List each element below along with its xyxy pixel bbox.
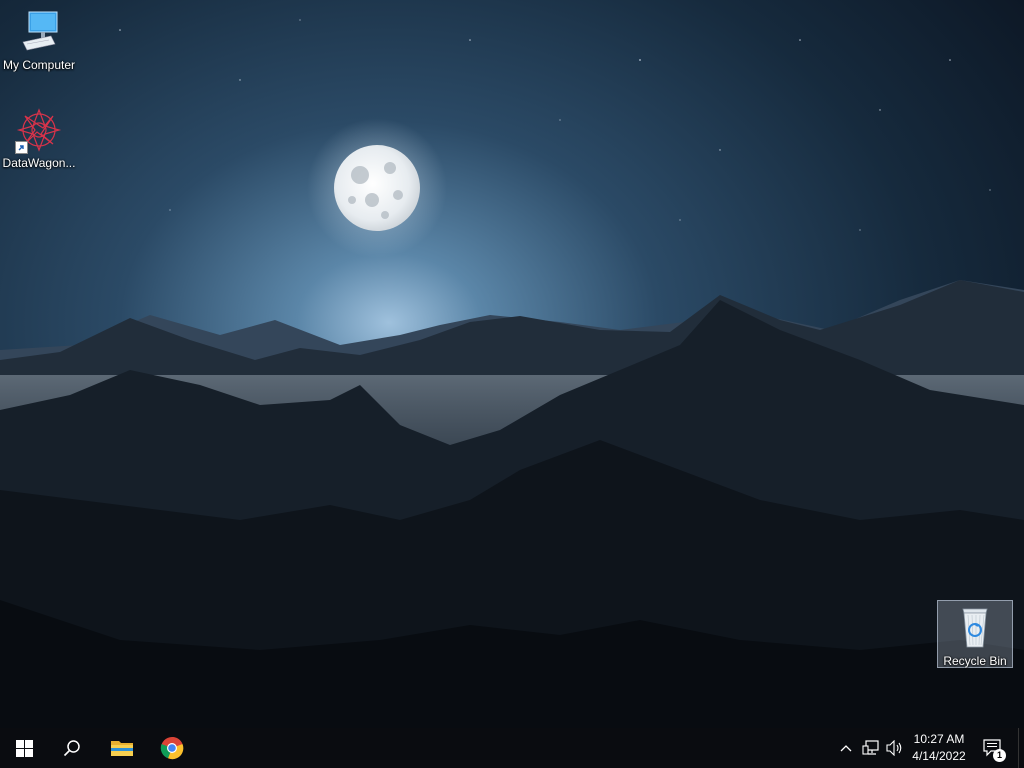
chrome-button[interactable] xyxy=(148,728,196,768)
datawagon-icon xyxy=(15,106,63,154)
volume-icon xyxy=(886,740,902,756)
start-button[interactable] xyxy=(0,728,48,768)
search-button[interactable] xyxy=(48,728,96,768)
desktop-icon-label: Recycle Bin xyxy=(943,654,1007,668)
desktop-icon-my-computer[interactable]: My Computer xyxy=(1,8,77,72)
taskbar: 10:27 AM 4/14/2022 1 xyxy=(0,728,1024,768)
network-icon xyxy=(862,740,879,755)
show-desktop-button[interactable] xyxy=(1018,728,1024,768)
desktop-icon-recycle-bin[interactable]: Recycle Bin xyxy=(937,600,1013,668)
recycle-bin-icon xyxy=(951,603,999,651)
search-icon xyxy=(63,740,80,757)
volume-button[interactable] xyxy=(883,728,907,768)
file-explorer-icon xyxy=(111,741,133,756)
desktop: My Computer DataWagon... Recycle Bin 10:… xyxy=(0,0,1024,768)
network-button[interactable] xyxy=(859,728,883,768)
start-icon xyxy=(15,739,33,757)
clock[interactable]: 10:27 AM 4/14/2022 xyxy=(906,731,972,765)
desktop-icon-label: DataWagon... xyxy=(2,156,76,170)
file-explorer-button[interactable] xyxy=(98,728,146,768)
desktop-icon-label: My Computer xyxy=(2,58,76,72)
clock-date: 4/14/2022 xyxy=(912,749,966,763)
wallpaper xyxy=(0,0,1024,768)
notification-badge: 1 xyxy=(993,749,1006,762)
action-center-button[interactable]: 1 xyxy=(975,728,1011,768)
clock-time: 10:27 AM xyxy=(913,732,965,746)
chevron-up-icon xyxy=(840,745,852,752)
desktop-icon-datawagon[interactable]: DataWagon... xyxy=(1,106,77,170)
shortcut-arrow-icon xyxy=(15,141,28,154)
chrome-icon xyxy=(160,736,184,760)
monitor-icon xyxy=(15,8,63,56)
show-hidden-icons-button[interactable] xyxy=(834,728,858,768)
